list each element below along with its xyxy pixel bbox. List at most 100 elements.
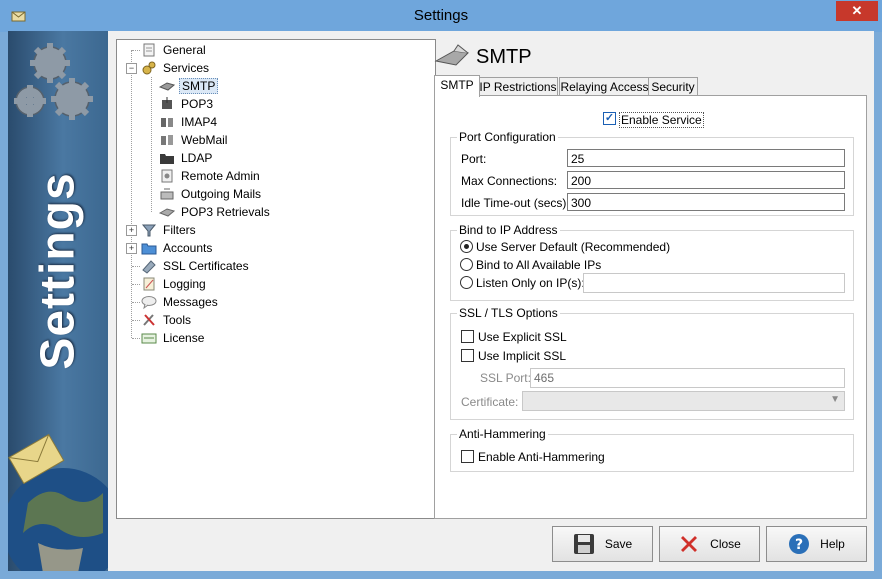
idle-timeout-input[interactable]: 300	[567, 193, 845, 211]
anti-hammering-checkbox[interactable]	[461, 450, 474, 463]
bind-ip-group: Bind to IP Address Use Server Default (R…	[450, 223, 854, 301]
max-connections-input[interactable]: 200	[567, 171, 845, 189]
listen-only-ip-radio[interactable]	[460, 276, 473, 289]
certificate-select[interactable]: ▼	[522, 391, 845, 411]
tree-item-remote-admin[interactable]: Remote Admin	[159, 167, 262, 185]
pop3-icon	[162, 97, 172, 109]
tab-relaying-access[interactable]: Relaying Access	[559, 77, 650, 96]
ldap-icon	[160, 154, 174, 164]
tree-connector	[132, 50, 140, 51]
tree-item-license[interactable]: License	[141, 329, 206, 347]
smtp-header-icon	[434, 44, 470, 66]
tree-item-label: Filters	[163, 223, 196, 237]
enable-service-label: Enable Service	[619, 112, 704, 128]
tree-item-logging[interactable]: Logging	[141, 275, 208, 293]
tab-ip-restrictions[interactable]: IP Restrictions	[478, 77, 558, 96]
services-icon	[142, 61, 156, 75]
implicit-ssl-checkbox[interactable]	[461, 349, 474, 362]
red-x-icon	[681, 536, 698, 552]
banner-text: Settings	[31, 172, 85, 370]
close-button[interactable]: Close	[659, 526, 760, 562]
help-button[interactable]: ? Help	[766, 526, 867, 562]
tree-item-label: Accounts	[163, 241, 213, 255]
tree-connector	[132, 266, 140, 267]
tab-smtp[interactable]: SMTP	[434, 75, 480, 97]
certificate-label: Certificate:	[461, 395, 519, 409]
tree-item-imap4[interactable]: IMAP4	[159, 113, 219, 131]
tree-item-label: Services	[163, 61, 210, 75]
smtp-icon	[159, 82, 175, 91]
port-configuration-group: Port Configuration Port: 25 Max Connecti…	[450, 130, 854, 216]
settings-banner: Settings	[8, 31, 108, 571]
license-icon	[141, 333, 157, 344]
port-input[interactable]: 25	[567, 149, 845, 167]
tree-item-label: IMAP4	[181, 115, 218, 129]
tree-item-label: WebMail	[181, 133, 228, 147]
tree-item-outgoing-mails[interactable]: Outgoing Mails	[159, 185, 263, 203]
group-title: Bind to IP Address	[457, 223, 560, 237]
use-server-default-radio[interactable]	[460, 240, 473, 253]
accounts-icon	[141, 243, 157, 255]
implicit-ssl-label: Use Implicit SSL	[478, 349, 567, 363]
ssl-port-input[interactable]: 465	[530, 368, 845, 388]
tree-item-services[interactable]: Services	[141, 59, 211, 77]
bind-all-ips-radio[interactable]	[460, 258, 473, 271]
tree-item-messages[interactable]: Messages	[141, 293, 220, 311]
imap4-icon	[161, 118, 173, 127]
general-icon	[143, 43, 155, 57]
globe-envelope-icon	[8, 433, 108, 571]
tab-security[interactable]: Security	[648, 77, 698, 96]
listen-only-ip-label: Listen Only on IP(s):	[476, 276, 585, 290]
services-expander[interactable]: −	[126, 63, 137, 74]
tree-item-label: POP3	[181, 97, 214, 111]
tree-item-ssl-certificates[interactable]: SSL Certificates	[141, 257, 251, 275]
anti-hammering-group: Anti-Hammering Enable Anti-Hammering	[450, 427, 854, 472]
gears-icon	[14, 43, 93, 120]
tree-item-label: Logging	[163, 277, 206, 291]
svg-text:?: ?	[795, 537, 803, 553]
title-bar: Settings ✕	[0, 0, 882, 32]
tree-item-general[interactable]: General	[141, 41, 208, 59]
tree-item-tools[interactable]: Tools	[141, 311, 193, 329]
tree-connector	[151, 77, 152, 212]
tree-item-ldap[interactable]: LDAP	[159, 149, 214, 167]
bind-all-ips-label: Bind to All Available IPs	[476, 258, 602, 272]
tree-item-label: SSL Certificates	[163, 259, 249, 273]
close-window-button[interactable]: ✕	[836, 1, 878, 21]
tree-item-accounts[interactable]: Accounts	[141, 239, 214, 257]
tree-item-smtp[interactable]: SMTP	[159, 77, 219, 95]
window-title: Settings	[413, 7, 469, 24]
anti-hammering-label: Enable Anti-Hammering	[478, 450, 605, 464]
settings-tree[interactable]: − + + General Services SMTP POP3 IMAP4 W…	[116, 39, 436, 519]
smtp-tab-panel: ✓ Enable Service Port Configuration Port…	[434, 95, 867, 519]
ssl-port-label: SSL Port:	[480, 371, 531, 385]
tree-item-label: Remote Admin	[181, 169, 260, 183]
tree-item-label: Tools	[163, 313, 192, 327]
filters-expander[interactable]: +	[126, 225, 137, 236]
tree-item-webmail[interactable]: WebMail	[159, 131, 229, 149]
tools-icon	[143, 314, 155, 326]
ssl-certificates-icon	[142, 260, 156, 274]
chevron-down-icon: ▼	[830, 394, 840, 405]
floppy-disk-icon	[573, 534, 594, 554]
listen-ip-input[interactable]	[583, 273, 845, 293]
save-button[interactable]: Save	[552, 526, 653, 562]
tree-connector	[132, 302, 140, 303]
tree-connector	[131, 50, 132, 338]
tree-item-pop3-retrievals[interactable]: POP3 Retrievals	[159, 203, 272, 221]
tree-item-pop3[interactable]: POP3	[159, 95, 215, 113]
tree-connector	[132, 320, 140, 321]
tree-item-filters[interactable]: Filters	[141, 221, 198, 239]
tree-item-label: Messages	[163, 295, 218, 309]
group-title: SSL / TLS Options	[457, 306, 560, 320]
group-title: Anti-Hammering	[457, 427, 548, 441]
enable-service-checkbox[interactable]: ✓	[603, 112, 616, 125]
messages-icon	[141, 296, 157, 310]
max-connections-label: Max Connections:	[461, 174, 558, 188]
explicit-ssl-checkbox[interactable]	[461, 330, 474, 343]
help-label: Help	[820, 537, 845, 551]
tree-item-label: SMTP	[179, 78, 219, 94]
filters-icon	[141, 224, 157, 237]
accounts-expander[interactable]: +	[126, 243, 137, 254]
help-icon: ?	[789, 534, 810, 554]
